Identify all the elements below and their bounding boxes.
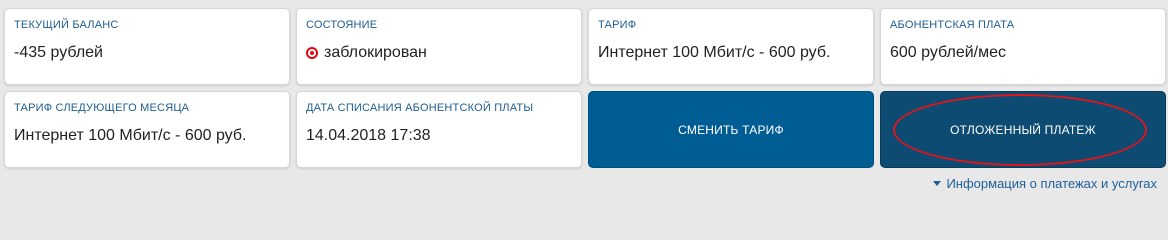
charge-date-label: Дата списания абонентской платы	[306, 102, 534, 114]
balance-card: Текущий баланс -435 рублей	[4, 8, 290, 85]
next-tariff-value: Интернет 100 Мбит/с - 600 руб.	[14, 127, 247, 144]
fee-value: 600 рублей/мес	[890, 44, 1006, 61]
charge-date-value: 14.04.2018 17:38	[306, 127, 431, 144]
deferred-payment-button-label: Отложенный платеж	[950, 122, 1096, 137]
status-value: заблокирован	[324, 44, 427, 61]
payments-info-link-label: Информация о платежах и услугах	[946, 176, 1157, 191]
charge-date-card: Дата списания абонентской платы 14.04.20…	[296, 91, 582, 168]
next-tariff-card: Тариф следующего месяца Интернет 100 Мби…	[4, 91, 290, 168]
status-label: Состояние	[306, 19, 378, 31]
status-card: Состояние заблокирован	[296, 8, 582, 85]
fee-label: Абонентская плата	[890, 19, 1015, 31]
balance-label: Текущий баланс	[14, 19, 119, 31]
tariff-value: Интернет 100 Мбит/с - 600 руб.	[598, 44, 831, 61]
tariff-card: Тариф Интернет 100 Мбит/с - 600 руб.	[588, 8, 874, 85]
deferred-payment-button[interactable]: Отложенный платеж	[880, 91, 1166, 168]
caret-down-icon	[933, 181, 942, 186]
next-tariff-label: Тариф следующего месяца	[14, 102, 190, 114]
balance-value: -435 рублей	[14, 44, 103, 61]
blocked-status-icon	[306, 47, 318, 59]
change-tariff-button-label: Сменить тариф	[678, 122, 784, 137]
status-value-row: заблокирован	[306, 44, 427, 62]
account-summary-grid: Текущий баланс -435 рублей Состояние заб…	[4, 8, 1166, 168]
tariff-label: Тариф	[598, 19, 637, 31]
payments-info-link[interactable]: Информация о платежах и услугах	[933, 176, 1157, 191]
change-tariff-button[interactable]: Сменить тариф	[588, 91, 874, 168]
fee-card: Абонентская плата 600 рублей/мес	[880, 8, 1166, 85]
